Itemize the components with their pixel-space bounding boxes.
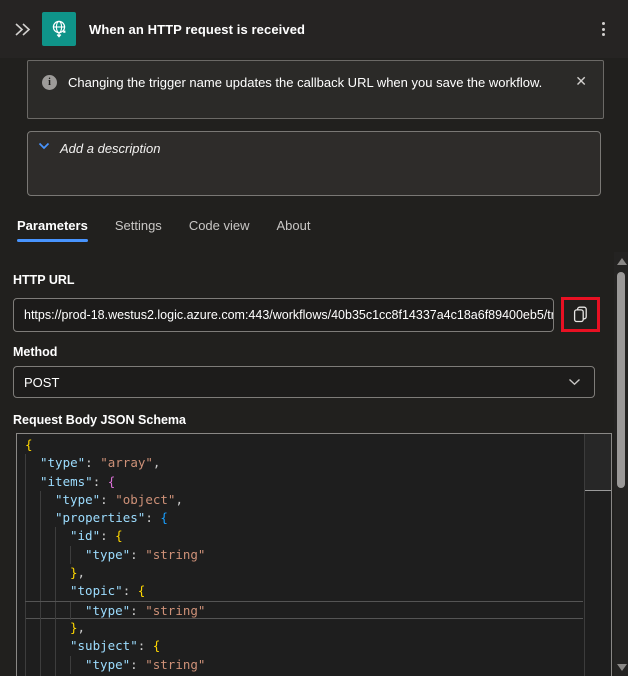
code-line: "type": "string" (25, 600, 583, 620)
tab-settings[interactable]: Settings (115, 218, 162, 242)
schema-code: { "type": "array", "items": {"type": "obje… (17, 436, 583, 676)
red-annotation-box (561, 297, 600, 332)
tab-code-view[interactable]: Code view (189, 218, 250, 242)
scroll-up-icon[interactable] (617, 258, 627, 265)
code-line: }, (25, 618, 583, 638)
schema-label: Request Body JSON Schema (13, 413, 186, 427)
trigger-title: When an HTTP request is received (89, 21, 306, 37)
code-line: { (25, 437, 33, 452)
description-box[interactable]: Add a description (27, 131, 601, 196)
tab-parameters[interactable]: Parameters (17, 218, 88, 242)
panel-scrollbar[interactable] (614, 252, 628, 676)
more-options-icon[interactable] (592, 16, 614, 42)
info-banner-text: Changing the trigger name updates the ca… (68, 75, 543, 90)
panel-header: When an HTTP request is received (0, 0, 628, 58)
http-trigger-icon (42, 12, 76, 46)
tabs: Parameters Settings Code view About (17, 218, 628, 242)
copy-url-button[interactable] (566, 301, 595, 328)
close-icon[interactable]: ✕ (571, 72, 591, 90)
http-url-label: HTTP URL (13, 273, 75, 287)
copy-icon (573, 306, 587, 323)
editor-scrollbar[interactable] (584, 434, 611, 676)
http-url-input[interactable]: https://prod-18.westus2.logic.azure.com:… (13, 297, 554, 332)
editor-scrollbar-thumb[interactable] (585, 434, 611, 491)
code-line: "subject": { (25, 637, 583, 656)
code-line: "id": { (25, 527, 583, 546)
method-value: POST (24, 374, 60, 390)
method-select[interactable]: POST (13, 366, 595, 398)
globe-request-icon (52, 20, 66, 38)
description-placeholder: Add a description (60, 141, 161, 156)
info-icon: i (42, 75, 57, 90)
scroll-down-icon[interactable] (617, 664, 627, 671)
tab-about[interactable]: About (277, 218, 311, 242)
chevron-down-icon (38, 142, 50, 150)
code-line: "type": "string" (25, 545, 583, 565)
collapse-panel-icon[interactable] (10, 17, 34, 41)
code-line: "type": "object", (25, 490, 583, 510)
json-schema-editor[interactable]: { "type": "array", "items": {"type": "obje… (16, 433, 612, 676)
chevron-down-icon (569, 378, 580, 386)
code-line: "topic": { (25, 582, 583, 601)
method-label: Method (13, 345, 58, 359)
code-line: "items": { (25, 472, 583, 491)
code-line: "type": "string" (25, 655, 583, 674)
parameters-panel: HTTP URL https://prod-18.westus2.logic.a… (0, 252, 614, 676)
panel-scrollbar-thumb[interactable] (617, 272, 625, 488)
code-line: }, (25, 564, 583, 583)
double-chevron-right-icon (14, 22, 30, 36)
info-banner: i Changing the trigger name updates the … (27, 60, 604, 119)
code-line: "type": "array", (25, 454, 583, 473)
code-line: "properties": { (25, 509, 583, 528)
